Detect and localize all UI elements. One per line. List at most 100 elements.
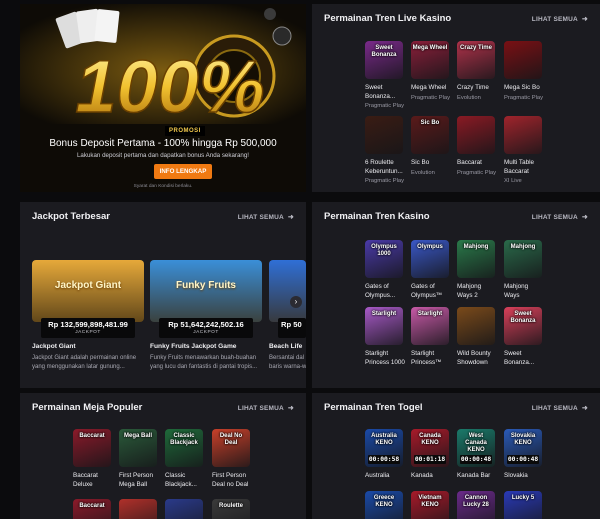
game-thumbnail[interactable]: Mega Wheel [411, 41, 449, 79]
promo-banner[interactable]: 100% PROMOSI Bonus Deposit Pertama - 100… [20, 4, 306, 192]
arrow-right-icon: ➜ [581, 405, 588, 412]
game-art-label: Mahjong [463, 244, 489, 250]
game-thumbnail[interactable] [457, 116, 495, 154]
game-thumbnail[interactable] [504, 116, 542, 154]
game-tile[interactable] [165, 499, 203, 519]
see-all-link[interactable]: LIHAT SEMUA ➜ [238, 404, 294, 412]
game-tile[interactable]: Deal No Deal First Person Deal no Deal [212, 429, 250, 489]
game-name: Starlight [411, 350, 435, 357]
game-thumbnail[interactable]: Greece KENO [365, 491, 403, 519]
promo-terms: Syarat dan Kondisi berlaku. [133, 184, 193, 189]
game-tile[interactable]: Olympus Gates of Olympus™ [411, 240, 449, 300]
game-thumbnail[interactable]: Vietnam KENO [411, 491, 449, 519]
game-tile[interactable]: Canada KENO 00:01:18 Kanada [411, 429, 449, 481]
game-tile[interactable]: Classic Blackjack Classic Blackjack... [165, 429, 203, 489]
game-thumbnail[interactable]: Deal No Deal [212, 429, 250, 467]
game-tile[interactable]: Sweet Bonanza Sweet Bonanza... Pragmatic Pl… [365, 41, 404, 109]
game-tile[interactable]: Sic Bo Sic Bo Evolution [411, 116, 449, 176]
jackpot-amount-box: Rp 132,599,898,481.99 JACKPOT [41, 318, 135, 338]
game-tile[interactable]: Starlight Starlight Princess 1000 [365, 307, 405, 367]
see-all-label: LIHAT SEMUA [531, 405, 578, 412]
game-tile[interactable]: Slovakia KENO 00:00:48 Slovakia [504, 429, 542, 481]
game-thumbnail[interactable]: Classic Blackjack [165, 429, 203, 467]
game-tile[interactable]: Lucky 5 [504, 491, 542, 519]
game-thumbnail[interactable]: Lucky 5 [504, 491, 542, 519]
game-thumbnail[interactable] [165, 499, 203, 519]
game-tile[interactable]: Baccarat Baccarat Deluxe [73, 429, 111, 489]
game-thumbnail[interactable]: Sweet Bonanza [365, 41, 403, 79]
game-thumbnail[interactable]: Olympus [411, 240, 449, 278]
game-art-label: Mahjong [510, 244, 536, 250]
carousel-next-button[interactable]: › [290, 296, 302, 308]
game-thumbnail[interactable]: West Canada KENO 00:00:48 [457, 429, 495, 467]
game-art-label: Cannon Lucky 28 [463, 495, 489, 508]
game-tile[interactable]: Baccarat Pragmatic Play [457, 116, 496, 176]
game-thumbnail[interactable]: Starlight [411, 307, 449, 345]
game-name: Keberuntun... [365, 167, 403, 175]
game-tile[interactable]: Multi Table Baccarat XI Live [504, 116, 542, 184]
game-thumbnail[interactable]: Starlight [365, 307, 403, 345]
game-tile[interactable]: Mega Sic Bo Pragmatic Play [504, 41, 543, 101]
game-thumbnail[interactable]: Sweet Bonanza [504, 307, 542, 345]
game-tile[interactable]: Mega Ball First Person Mega Ball [119, 429, 157, 489]
jackpot-name: Funky Fruits Jackpot Game [150, 343, 237, 350]
game-tile[interactable]: Australia KENO 00:00:58 Australia [365, 429, 403, 481]
jackpot-card[interactable]: Funky Fruits Rp 51,642,242,502.16 JACKPOT F… [150, 260, 262, 372]
game-tile[interactable]: Sweet Bonanza Sweet Bonanza... [504, 307, 542, 367]
game-tile[interactable]: Starlight Starlight Princess™ [411, 307, 449, 367]
game-tile[interactable]: Crazy Time Crazy Time Evolution [457, 41, 495, 101]
live-casino-panel: Permainan Tren Live Kasino LIHAT SEMUA ➜ … [312, 4, 600, 192]
game-name: Gates of [365, 283, 389, 290]
game-thumbnail[interactable]: Slovakia KENO 00:00:48 [504, 429, 542, 467]
game-thumbnail[interactable]: Olympus 1000 [365, 240, 403, 278]
game-provider: Pragmatic Play [411, 94, 450, 101]
see-all-link[interactable]: LIHAT SEMUA ➜ [532, 15, 588, 23]
game-thumbnail[interactable] [504, 41, 542, 79]
jackpot-image[interactable] [269, 260, 306, 322]
game-thumbnail[interactable] [119, 499, 157, 519]
jackpot-card[interactable]: Jackpot Giant Rp 132,599,898,481.99 JACKPO… [32, 260, 144, 372]
game-tile[interactable]: Mahjong Mahjong Ways 2 [457, 240, 495, 300]
game-tile[interactable]: Wild Bounty Showdown [457, 307, 495, 367]
game-tile[interactable]: Olympus 1000 Gates of Olympus... [365, 240, 403, 300]
jackpot-image[interactable]: Funky Fruits [150, 260, 262, 322]
game-thumbnail[interactable]: Canada KENO 00:01:18 [411, 429, 449, 467]
game-tile[interactable]: Baccarat [73, 499, 111, 519]
game-thumbnail[interactable] [365, 116, 403, 154]
section-title: Permainan Tren Togel [324, 402, 423, 413]
game-tile[interactable]: Vietnam KENO [411, 491, 449, 519]
game-thumbnail[interactable]: Roulette [212, 499, 250, 519]
game-thumbnail[interactable] [457, 307, 495, 345]
game-thumbnail[interactable]: Mega Ball [119, 429, 157, 467]
game-name: Multi Table [504, 159, 534, 166]
game-art-label: Starlight [417, 311, 443, 317]
see-all-link[interactable]: LIHAT SEMUA ➜ [532, 404, 588, 412]
jackpot-amount: Rp 132,599,898,481.99 [48, 320, 128, 329]
game-tile[interactable]: Mega Wheel Mega Wheel Pragmatic Play [411, 41, 450, 101]
game-tile[interactable]: Roulette [212, 499, 250, 519]
game-tile[interactable] [119, 499, 157, 519]
jackpot-image[interactable]: Jackpot Giant [32, 260, 144, 322]
game-tile[interactable]: West Canada KENO 00:00:48 Kanada Bar [457, 429, 495, 481]
game-tile[interactable]: 6 Roulette Keberuntun... Pragmatic Play [365, 116, 404, 184]
game-art-label: Sweet Bonanza [371, 45, 397, 58]
game-tile[interactable]: Cannon Lucky 28 [457, 491, 495, 519]
game-thumbnail[interactable]: Sic Bo [411, 116, 449, 154]
see-all-link[interactable]: LIHAT SEMUA ➜ [238, 213, 294, 221]
game-thumbnail[interactable]: Crazy Time [457, 41, 495, 79]
game-art-label: Deal No Deal [219, 433, 243, 446]
jackpot-card[interactable]: Rp 50 Beach Life Bersantai dal baris warna-… [269, 260, 306, 372]
game-thumbnail[interactable]: Baccarat [73, 429, 111, 467]
game-tile[interactable]: Mahjong Mahjong Ways [504, 240, 542, 300]
jackpot-amount: Rp 51,642,242,502.16 [168, 320, 244, 329]
see-all-label: LIHAT SEMUA [531, 214, 578, 221]
game-thumbnail[interactable]: Cannon Lucky 28 [457, 491, 495, 519]
game-name: 6 Roulette [365, 159, 394, 166]
game-tile[interactable]: Greece KENO [365, 491, 403, 519]
see-all-link[interactable]: LIHAT SEMUA ➜ [532, 213, 588, 221]
game-thumbnail[interactable]: Mahjong [504, 240, 542, 278]
game-thumbnail[interactable]: Australia KENO 00:00:58 [365, 429, 403, 467]
info-button[interactable]: INFO LENGKAP [154, 164, 212, 179]
game-thumbnail[interactable]: Baccarat [73, 499, 111, 519]
game-thumbnail[interactable]: Mahjong [457, 240, 495, 278]
